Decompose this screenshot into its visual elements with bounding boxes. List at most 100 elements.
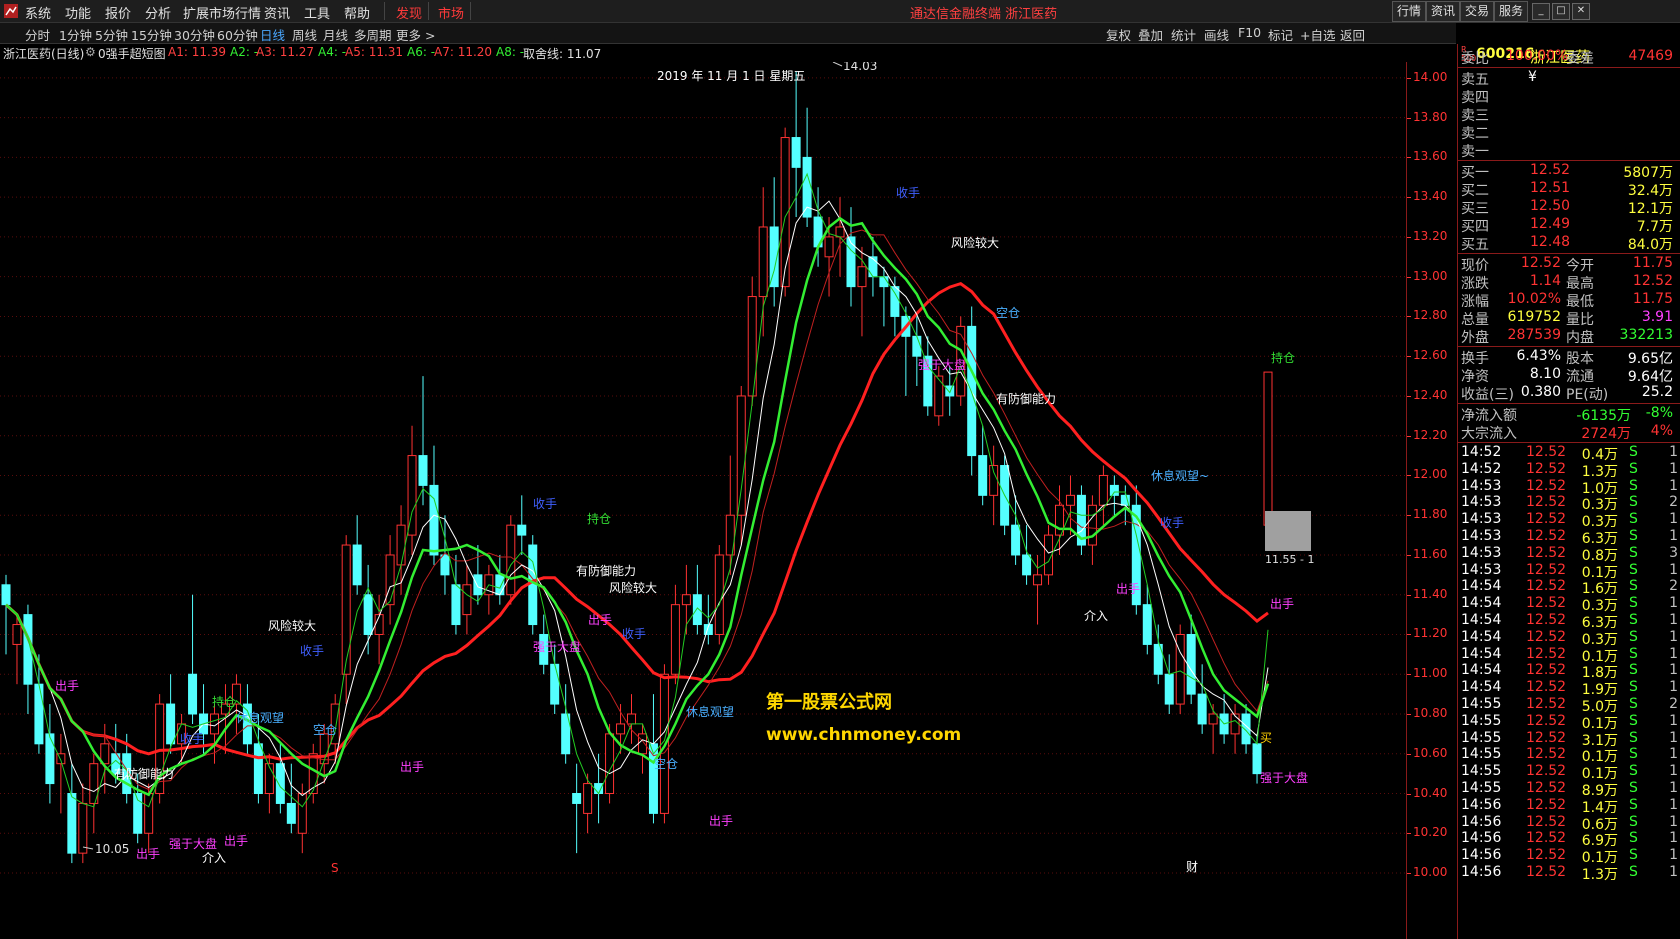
panel-divider (1458, 67, 1680, 68)
candle-body (1011, 524, 1021, 556)
tool-f10[interactable]: F10 (1238, 25, 1261, 40)
stat-value: 11.75 (1632, 291, 1673, 307)
candle-body (824, 236, 834, 258)
tool-back[interactable]: 返回 (1340, 25, 1365, 44)
period-more[interactable]: 更多 > (396, 25, 435, 44)
stat-value: 12.52 (1520, 255, 1561, 271)
menu-info[interactable]: 资讯 (264, 3, 290, 22)
signal-label: 出手 (224, 834, 248, 848)
stat-value: 9.65亿 (1627, 351, 1673, 367)
candle-body (1109, 484, 1119, 496)
tick-row: 14:53 12.52 0.8万 S 3 (1458, 544, 1680, 564)
candle-body (67, 793, 77, 854)
stat-label: 最高 (1566, 276, 1594, 292)
stat-label: 最低 (1566, 294, 1594, 310)
signal-label: S (331, 861, 339, 875)
period-1min[interactable]: 1分钟 (59, 25, 92, 44)
menu-market[interactable]: 市场 (438, 3, 464, 22)
tick-side: S (1629, 645, 1638, 662)
axis-tick-label: 10.40 (1413, 785, 1448, 800)
menu-extended-market[interactable]: 扩展市场行情 (183, 3, 261, 22)
bid-price: 12.49 (1530, 216, 1571, 232)
tick-row: 14:56 12.52 6.9万 S 1 (1458, 830, 1680, 849)
axis-tick-label: 13.80 (1413, 109, 1448, 124)
candle-body (1098, 474, 1108, 506)
indicator-a7: A7: 11.20 (434, 45, 493, 59)
period-multi[interactable]: 多周期 (354, 25, 392, 44)
tool-mark[interactable]: 标记 (1268, 25, 1293, 44)
kline-chart[interactable]: 风险较大收手出手持仓休息观望空仓收手有防御能力出手强于大盘 出手介入出手收手持仓有… (0, 62, 1410, 939)
period-60min[interactable]: 60分钟 (217, 25, 258, 44)
stat-value: 8.10 (1529, 366, 1561, 382)
tick-time: 14:56 (1461, 847, 1502, 864)
menu-function[interactable]: 功能 (65, 3, 91, 22)
tick-count: 1 (1669, 763, 1678, 780)
stat-label: 收益(三) (1461, 387, 1514, 403)
candle-body (1197, 693, 1207, 725)
price-marker: 11.55 - 1 (1265, 553, 1314, 566)
quote-stat-row: 总量 619752 量比 3.91 (1458, 309, 1680, 328)
settings-icon[interactable]: ⚙ (85, 45, 96, 59)
maximize-icon[interactable]: □ (1552, 3, 1570, 20)
tool-overlay[interactable]: 叠加 (1138, 25, 1163, 44)
axis-tick (1407, 197, 1411, 199)
period-daily[interactable]: 日线 (260, 25, 285, 44)
axis-tick-label: 12.40 (1413, 387, 1448, 402)
period-monthly[interactable]: 月线 (323, 25, 348, 44)
candle-body (297, 793, 307, 834)
minimize-icon[interactable]: _ (1532, 3, 1550, 20)
tick-side: S (1629, 813, 1638, 830)
tick-count: 1 (1669, 612, 1678, 628)
period-30min[interactable]: 30分钟 (174, 25, 215, 44)
tick-price: 12.52 (1526, 544, 1567, 561)
menu-help[interactable]: 帮助 (344, 3, 370, 22)
tick-price: 12.52 (1526, 612, 1567, 628)
menu-quote[interactable]: 报价 (105, 3, 131, 22)
axis-tick-label: 11.80 (1413, 507, 1448, 522)
close-icon[interactable]: ✕ (1572, 3, 1590, 20)
menu-analysis[interactable]: 分析 (145, 3, 171, 22)
stat-label: 总量 (1461, 312, 1489, 328)
tick-time: 14:56 (1461, 830, 1502, 847)
button-market[interactable]: 行情 (1392, 1, 1426, 22)
button-news[interactable]: 资讯 (1426, 1, 1460, 22)
candle-body (1033, 574, 1043, 586)
period-weekly[interactable]: 周线 (292, 25, 317, 44)
axis-tick (1407, 276, 1411, 278)
menu-tools[interactable]: 工具 (304, 3, 330, 22)
candle-body (418, 455, 428, 486)
signal-label: 财 (1186, 860, 1198, 874)
tool-statistics[interactable]: 统计 (1171, 25, 1196, 44)
panel-divider (1458, 160, 1680, 161)
tool-draw-line[interactable]: 画线 (1204, 25, 1229, 44)
menu-discover[interactable]: 发现 (396, 3, 422, 22)
tick-side: S (1629, 628, 1638, 645)
panel-divider (1458, 442, 1680, 443)
button-trade[interactable]: 交易 (1460, 1, 1494, 22)
tick-price: 12.52 (1526, 561, 1567, 578)
tick-time: 14:54 (1461, 595, 1502, 612)
candle-body (352, 544, 362, 586)
candle-body (264, 763, 274, 795)
tool-add-watchlist[interactable]: +自选 (1300, 25, 1335, 44)
stat-value: 3.91 (1641, 309, 1673, 325)
menu-system[interactable]: 系统 (25, 3, 51, 22)
period-15min[interactable]: 15分钟 (131, 25, 172, 44)
period-intraday[interactable]: 分时 (25, 25, 50, 44)
tick-price: 12.52 (1526, 830, 1567, 847)
candle-body (363, 594, 373, 635)
axis-tick (1407, 793, 1411, 795)
ask-label: 卖二 (1461, 126, 1489, 142)
signal-label: 持仓 (212, 694, 236, 709)
period-5min[interactable]: 5分钟 (95, 25, 128, 44)
candle-body (45, 733, 55, 785)
weibi-label: 委比 (1461, 51, 1489, 67)
tick-price: 12.52 (1526, 712, 1567, 729)
tick-side: S (1629, 712, 1638, 729)
tick-row: 14:54 12.52 1.8万 S 1 (1458, 662, 1680, 681)
tool-restore-rights[interactable]: 复权 (1106, 25, 1131, 44)
candle-body (1022, 554, 1032, 576)
button-service[interactable]: 服务 (1494, 1, 1528, 22)
indicator-name[interactable]: 0强手超短图 (98, 45, 166, 62)
signal-label: 出手 (55, 679, 79, 693)
